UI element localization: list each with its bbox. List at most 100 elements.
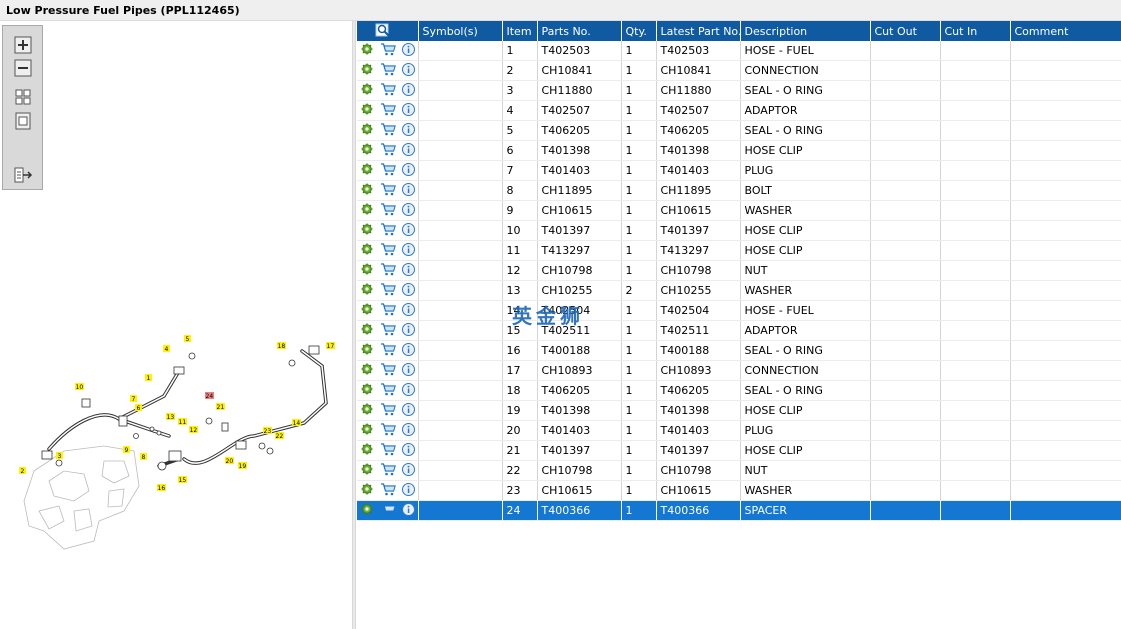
column-header-parts-no[interactable]: Parts No. [537,21,622,41]
cart-icon[interactable] [380,182,396,199]
column-header-qty[interactable]: Qty. [621,21,657,41]
info-icon[interactable] [402,142,415,159]
info-icon[interactable] [402,302,415,319]
table-row[interactable]: 16 T400188 1 T400188 SEAL - O RING [357,340,1121,361]
info-icon[interactable] [402,282,415,299]
callout-12[interactable]: 12 [189,426,198,434]
column-header-cut-out[interactable]: Cut Out [870,21,941,41]
fit-all-button[interactable] [13,88,33,106]
table-row[interactable]: 17 CH10893 1 CH10893 CONNECTION [357,360,1121,381]
callout-22[interactable]: 22 [275,432,284,440]
callout-19[interactable]: 19 [238,462,247,470]
gear-icon[interactable] [361,43,373,58]
gear-icon[interactable] [361,423,373,438]
gear-icon[interactable] [361,463,373,478]
callout-4[interactable]: 4 [163,345,170,353]
search-parts-icon[interactable] [375,23,391,40]
export-button[interactable] [13,166,33,184]
callout-14[interactable]: 14 [292,419,301,427]
info-icon[interactable] [402,42,415,59]
cart-icon[interactable] [380,162,396,179]
table-row[interactable]: 21 T401397 1 T401397 HOSE CLIP [357,440,1121,461]
gear-icon[interactable] [361,343,373,358]
info-icon[interactable] [402,422,415,439]
table-row[interactable]: 2 CH10841 1 CH10841 CONNECTION [357,60,1121,81]
cart-icon[interactable] [380,82,396,99]
exploded-parts-diagram[interactable]: 1 2 3 4 5 6 7 8 9 10 11 12 13 14 15 16 1… [4,311,349,561]
cart-icon[interactable] [380,482,396,499]
info-icon[interactable] [402,402,415,419]
info-icon[interactable] [402,162,415,179]
cart-icon[interactable] [380,322,396,339]
gear-icon[interactable] [361,383,373,398]
column-header-actions[interactable] [357,21,419,41]
gear-icon[interactable] [361,163,373,178]
table-row[interactable]: 24 T400366 1 T400366 SPACER [357,500,1121,521]
cart-icon[interactable] [380,442,396,459]
table-row[interactable]: 11 T413297 1 T413297 HOSE CLIP [357,240,1121,261]
callout-3[interactable]: 3 [56,452,63,460]
info-icon[interactable] [402,482,415,499]
callout-17[interactable]: 17 [326,342,335,350]
table-row[interactable]: 19 T401398 1 T401398 HOSE CLIP [357,400,1121,421]
callout-13[interactable]: 13 [166,413,175,421]
info-icon[interactable] [402,442,415,459]
cart-icon[interactable] [380,302,396,319]
gear-icon[interactable] [361,283,373,298]
table-row[interactable]: 12 CH10798 1 CH10798 NUT [357,260,1121,281]
cart-icon[interactable] [380,102,396,119]
column-header-description[interactable]: Description [740,21,871,41]
table-row[interactable]: 4 T402507 1 T402507 ADAPTOR [357,100,1121,121]
info-icon[interactable] [402,262,415,279]
info-icon[interactable] [402,342,415,359]
table-row[interactable]: 3 CH11880 1 CH11880 SEAL - O RING [357,80,1121,101]
callout-18[interactable]: 18 [277,342,286,350]
cart-icon[interactable] [380,462,396,479]
callout-16[interactable]: 16 [157,484,166,492]
table-row[interactable]: 14 T402504 1 T402504 HOSE - FUEL [357,300,1121,321]
gear-icon[interactable] [361,103,373,118]
column-header-latest-part-no[interactable]: Latest Part No. [656,21,741,41]
gear-icon[interactable] [361,403,373,418]
info-icon[interactable] [402,382,415,399]
gear-icon[interactable] [361,303,373,318]
table-row[interactable]: 9 CH10615 1 CH10615 WASHER [357,200,1121,221]
cart-icon[interactable] [380,382,396,399]
table-row[interactable]: 7 T401403 1 T401403 PLUG [357,160,1121,181]
callout-15[interactable]: 15 [178,476,187,484]
column-header-comment[interactable]: Comment [1010,21,1121,41]
gear-icon[interactable] [361,263,373,278]
cart-icon[interactable] [380,422,396,439]
callout-24[interactable]: 24 [205,392,214,400]
zoom-out-button[interactable] [13,59,33,77]
table-row[interactable]: 8 CH11895 1 CH11895 BOLT [357,180,1121,201]
info-icon[interactable] [402,502,415,519]
table-row[interactable]: 20 T401403 1 T401403 PLUG [357,420,1121,441]
gear-icon[interactable] [361,143,373,158]
cart-icon[interactable] [380,62,396,79]
cart-icon[interactable] [380,362,396,379]
cart-icon[interactable] [380,282,396,299]
callout-21[interactable]: 21 [216,403,225,411]
gear-icon[interactable] [361,83,373,98]
gear-icon[interactable] [361,323,373,338]
table-row[interactable]: 22 CH10798 1 CH10798 NUT [357,460,1121,481]
table-row[interactable]: 18 T406205 1 T406205 SEAL - O RING [357,380,1121,401]
cart-icon[interactable] [380,42,396,59]
actual-size-button[interactable] [13,112,33,130]
pane-splitter[interactable] [352,21,356,629]
table-row[interactable]: 13 CH10255 2 CH10255 WASHER [357,280,1121,301]
table-row[interactable]: 23 CH10615 1 CH10615 WASHER [357,480,1121,501]
gear-icon[interactable] [361,443,373,458]
column-header-symbols[interactable]: Symbol(s) [418,21,503,41]
info-icon[interactable] [402,242,415,259]
column-header-item[interactable]: Item [502,21,538,41]
callout-23[interactable]: 23 [263,427,272,435]
gear-icon[interactable] [361,483,373,498]
cart-icon[interactable] [380,342,396,359]
table-row[interactable]: 5 T406205 1 T406205 SEAL - O RING [357,120,1121,141]
gear-icon[interactable] [361,63,373,78]
callout-11[interactable]: 11 [178,418,187,426]
gear-icon[interactable] [361,183,373,198]
info-icon[interactable] [402,202,415,219]
